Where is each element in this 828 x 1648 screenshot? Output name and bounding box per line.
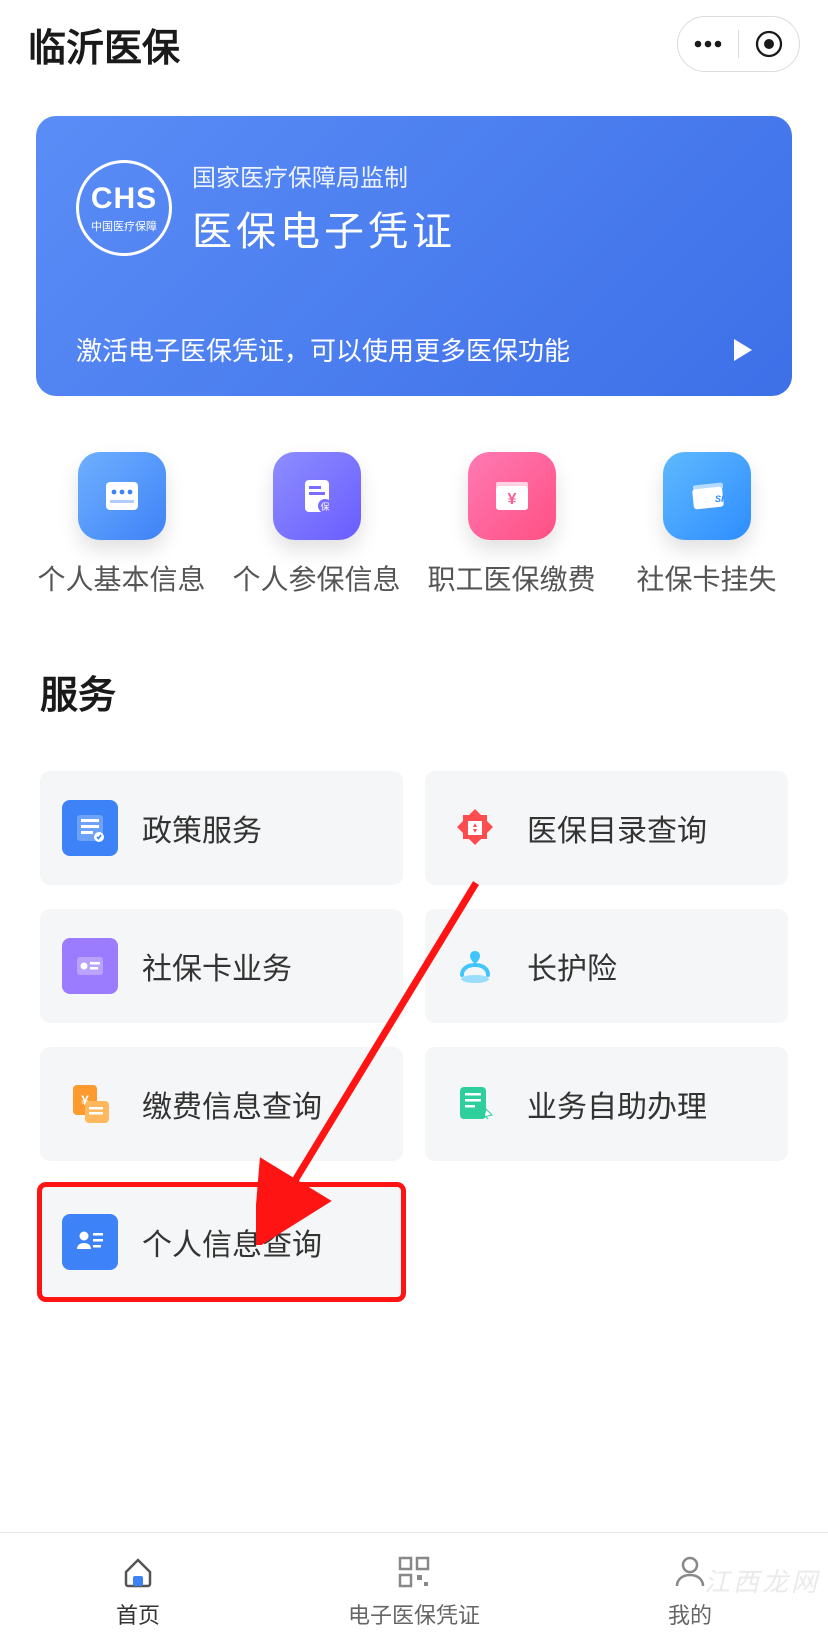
svg-text:SI: SI (715, 494, 724, 504)
services-title: 服务 (0, 598, 828, 719)
hero-cta-text: 激活电子医保凭证，可以使用更多医保功能 (76, 331, 570, 368)
hero-title: 医保电子凭证 (192, 199, 456, 257)
quick-action-card-loss[interactable]: SI 社保卡挂失 (609, 452, 804, 598)
close-button[interactable] (739, 17, 799, 71)
service-label: 个人信息查询 (142, 1220, 322, 1264)
quick-action-label: 个人基本信息 (37, 558, 205, 598)
hero-titles: 国家医疗保障局监制 医保电子凭证 (192, 158, 456, 257)
title-bar: 临沂医保 (0, 0, 828, 80)
qrcode-icon (394, 1552, 434, 1592)
service-label: 医保目录查询 (527, 806, 707, 850)
card-loss-icon: SI (663, 452, 751, 540)
miniprogram-controls (677, 16, 800, 72)
service-label: 长护险 (527, 944, 617, 988)
chs-badge-label: CHS (91, 182, 157, 216)
quick-action-label: 社保卡挂失 (636, 558, 776, 598)
close-icon (755, 30, 783, 58)
payment-icon: ¥ (62, 1076, 118, 1132)
svg-text:保: 保 (320, 501, 329, 512)
svg-text:¥: ¥ (507, 491, 516, 508)
rmb-wallet-icon: ¥ (468, 452, 556, 540)
info-card-icon (78, 452, 166, 540)
more-icon (694, 40, 722, 48)
tab-ecard[interactable]: 电子医保凭证 (276, 1533, 552, 1648)
hero-cta-row: 激活电子医保凭证，可以使用更多医保功能 (76, 331, 752, 368)
profile-icon (62, 1214, 118, 1270)
quick-action-personal-info[interactable]: 个人基本信息 (24, 452, 219, 598)
play-icon (734, 339, 752, 361)
service-label: 业务自助办理 (527, 1082, 707, 1126)
service-social-card[interactable]: 社保卡业务 (40, 909, 403, 1023)
hero-top: CHS 中国医疗保障 国家医疗保障局监制 医保电子凭证 (36, 116, 792, 257)
service-catalog-query[interactable]: 医保目录查询 (425, 771, 788, 885)
watermark: 江西龙网 (704, 1562, 820, 1599)
hero-card[interactable]: CHS 中国医疗保障 国家医疗保障局监制 医保电子凭证 激活电子医保凭证，可以使… (36, 116, 792, 396)
care-icon (447, 938, 503, 994)
service-personal-info-query[interactable]: 个人信息查询 (40, 1185, 403, 1299)
tab-label: 电子医保凭证 (348, 1598, 480, 1630)
page-title: 临沂医保 (28, 17, 180, 72)
service-self-service[interactable]: 业务自助办理 (425, 1047, 788, 1161)
home-icon (118, 1552, 158, 1592)
chs-badge-sub: 中国医疗保障 (91, 218, 157, 234)
service-longterm-care[interactable]: 长护险 (425, 909, 788, 1023)
tab-label: 我的 (668, 1598, 712, 1630)
service-policy[interactable]: 政策服务 (40, 771, 403, 885)
service-label: 政策服务 (142, 806, 262, 850)
more-button[interactable] (678, 17, 738, 71)
catalog-icon (447, 800, 503, 856)
self-serve-icon (447, 1076, 503, 1132)
social-card-icon (62, 938, 118, 994)
tab-home[interactable]: 首页 (0, 1533, 276, 1648)
policy-icon (62, 800, 118, 856)
policy-doc-icon: 保 (273, 452, 361, 540)
tab-label: 首页 (116, 1598, 160, 1630)
services-grid: 政策服务 医保目录查询 社保卡业务 长护险 ¥ 缴费信息查询 业务自助办理 个 (0, 719, 828, 1299)
quick-action-payment[interactable]: ¥ 职工医保缴费 (414, 452, 609, 598)
quick-action-label: 个人参保信息 (232, 558, 400, 598)
service-payment-query[interactable]: ¥ 缴费信息查询 (40, 1047, 403, 1161)
hero-subtitle: 国家医疗保障局监制 (192, 158, 456, 193)
quick-actions: 个人基本信息 保 个人参保信息 ¥ 职工医保缴费 SI 社保卡挂失 (0, 396, 828, 598)
quick-action-insurance-info[interactable]: 保 个人参保信息 (219, 452, 414, 598)
service-label: 缴费信息查询 (142, 1082, 322, 1126)
service-label: 社保卡业务 (142, 944, 292, 988)
chs-badge-icon: CHS 中国医疗保障 (76, 160, 172, 256)
quick-action-label: 职工医保缴费 (427, 558, 595, 598)
